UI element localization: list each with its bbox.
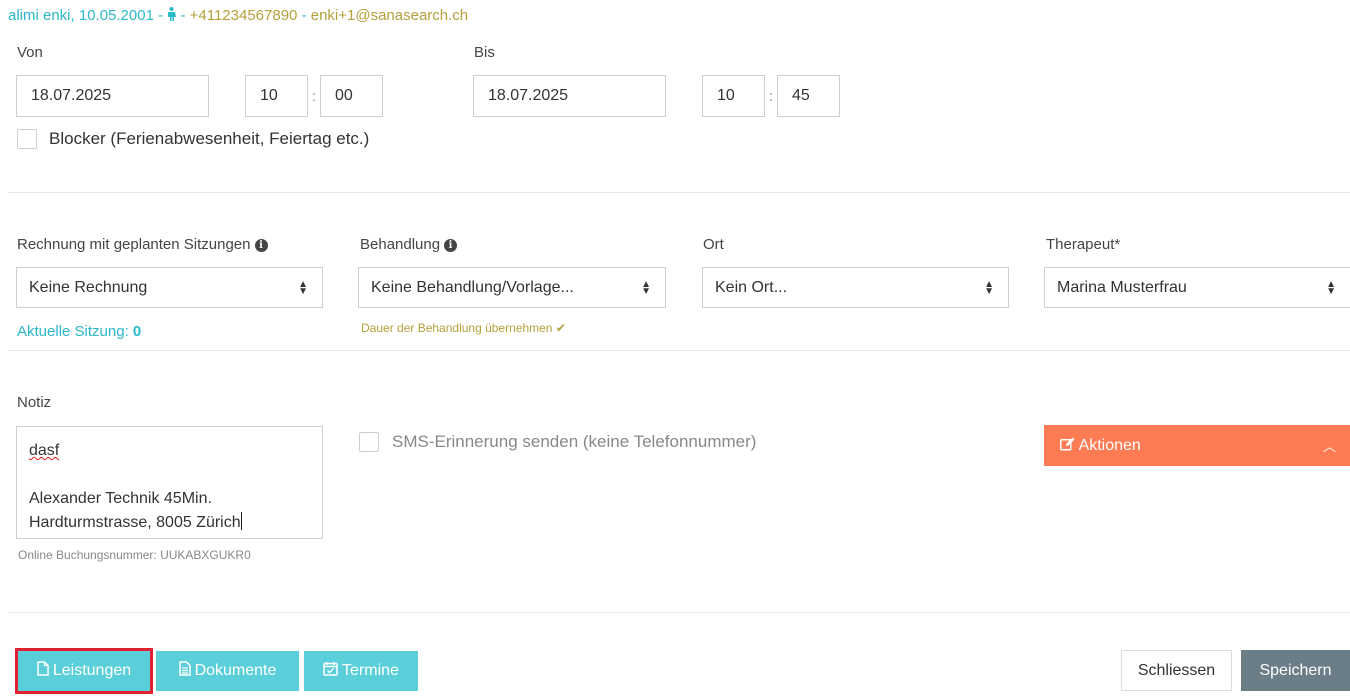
termine-label: Termine <box>342 662 399 679</box>
notiz-line-1: dasf <box>29 442 60 459</box>
ort-label: Ort <box>703 236 724 253</box>
from-hour-input[interactable]: 10 <box>245 75 308 117</box>
patient-name-dob[interactable]: alimi enki, 10.05.2001 <box>8 7 154 24</box>
to-label: Bis <box>474 44 495 61</box>
sms-checkbox[interactable] <box>359 432 379 452</box>
select-arrows-icon: ▲ ▼ <box>984 278 994 297</box>
separator: - <box>158 7 168 24</box>
leistungen-button[interactable]: Leistungen <box>15 648 153 694</box>
notiz-textarea[interactable]: dasf Alexander Technik 45Min. Hardturmst… <box>16 426 323 539</box>
rechnung-label-text: Rechnung mit geplanten Sitzungen <box>17 236 251 253</box>
sms-label[interactable]: SMS-Erinnerung senden (keine Telefonnumm… <box>392 432 756 452</box>
to-hour-input[interactable]: 10 <box>702 75 765 117</box>
blocker-label[interactable]: Blocker (Ferienabwesenheit, Feiertag etc… <box>49 129 369 149</box>
schliessen-button[interactable]: Schliessen <box>1121 650 1232 691</box>
section-divider <box>8 612 1350 613</box>
aktionen-label: Aktionen <box>1078 436 1141 454</box>
text-cursor <box>240 512 242 530</box>
therapeut-select[interactable]: Marina Musterfrau ▲ ▼ <box>1044 267 1350 308</box>
aktionen-button[interactable]: Aktionen ︿ <box>1044 425 1350 466</box>
rechnung-label: Rechnung mit geplanten Sitzungen i <box>17 236 268 253</box>
duration-link[interactable]: Dauer der Behandlung übernehmen ✔ <box>361 321 566 335</box>
section-divider <box>8 350 1350 351</box>
rechnung-select[interactable]: Keine Rechnung ▲ ▼ <box>16 267 323 308</box>
notiz-label: Notiz <box>17 394 52 411</box>
leistungen-label: Leistungen <box>52 662 132 679</box>
from-date-input[interactable]: 18.07.2025 <box>16 75 209 117</box>
chevron-up-icon: ︿ <box>1322 439 1336 454</box>
behandlung-select-value: Keine Behandlung/Vorlage... <box>371 278 574 296</box>
blocker-checkbox[interactable] <box>17 129 37 149</box>
section-divider <box>8 192 1350 193</box>
behandlung-select[interactable]: Keine Behandlung/Vorlage... ▲ ▼ <box>358 267 666 308</box>
to-date-input[interactable]: 18.07.2025 <box>473 75 666 117</box>
patient-email[interactable]: enki+1@sanasearch.ch <box>311 7 468 24</box>
therapeut-select-value: Marina Musterfrau <box>1057 278 1187 296</box>
current-session-label: Aktuelle Sitzung: <box>17 323 129 340</box>
female-icon <box>167 7 180 24</box>
dokumente-label: Dokumente <box>194 662 277 679</box>
current-session: Aktuelle Sitzung: 0 <box>17 323 141 340</box>
behandlung-label: Behandlung i <box>360 236 458 253</box>
calendar-check-icon <box>323 661 338 681</box>
select-arrows-icon: ▲ ▼ <box>641 278 651 297</box>
to-minute-input[interactable]: 45 <box>777 75 840 117</box>
time-colon: : <box>769 88 773 104</box>
patient-info-line: alimi enki, 10.05.2001 - - +411234567890… <box>8 7 468 24</box>
dokumente-button[interactable]: Dokumente <box>156 651 299 691</box>
duration-link-text: Dauer der Behandlung übernehmen <box>361 321 553 335</box>
notiz-line-2: Alexander Technik 45Min. <box>29 490 212 507</box>
rechnung-select-value: Keine Rechnung <box>29 278 148 296</box>
select-arrows-icon: ▲ ▼ <box>298 278 308 297</box>
ort-select[interactable]: Kein Ort... ▲ ▼ <box>702 267 1009 308</box>
select-arrows-icon: ▲ ▼ <box>1326 278 1336 297</box>
current-session-value: 0 <box>132 323 142 340</box>
file-icon <box>37 661 49 681</box>
speichern-button[interactable]: Speichern <box>1241 650 1350 691</box>
ort-select-value: Kein Ort... <box>715 278 788 296</box>
patient-phone[interactable]: +411234567890 <box>190 7 298 24</box>
notiz-line-3: Hardturmstrasse, 8005 Zürich <box>29 514 241 531</box>
separator: - <box>180 7 190 24</box>
info-circle-icon[interactable]: i <box>444 239 458 252</box>
info-circle-icon[interactable]: i <box>254 239 268 252</box>
document-icon <box>178 661 191 681</box>
booking-number: Online Buchungsnummer: UUKABXGUKR0 <box>18 548 251 562</box>
from-label: Von <box>17 44 43 61</box>
therapeut-label: Therapeut* <box>1046 236 1121 253</box>
separator: - <box>301 7 311 24</box>
behandlung-label-text: Behandlung <box>360 236 441 253</box>
time-colon: : <box>312 88 316 104</box>
from-minute-input[interactable]: 00 <box>320 75 383 117</box>
checkmark-icon: ✔ <box>555 321 566 335</box>
edit-icon <box>1060 437 1079 454</box>
termine-button[interactable]: Termine <box>304 651 418 691</box>
